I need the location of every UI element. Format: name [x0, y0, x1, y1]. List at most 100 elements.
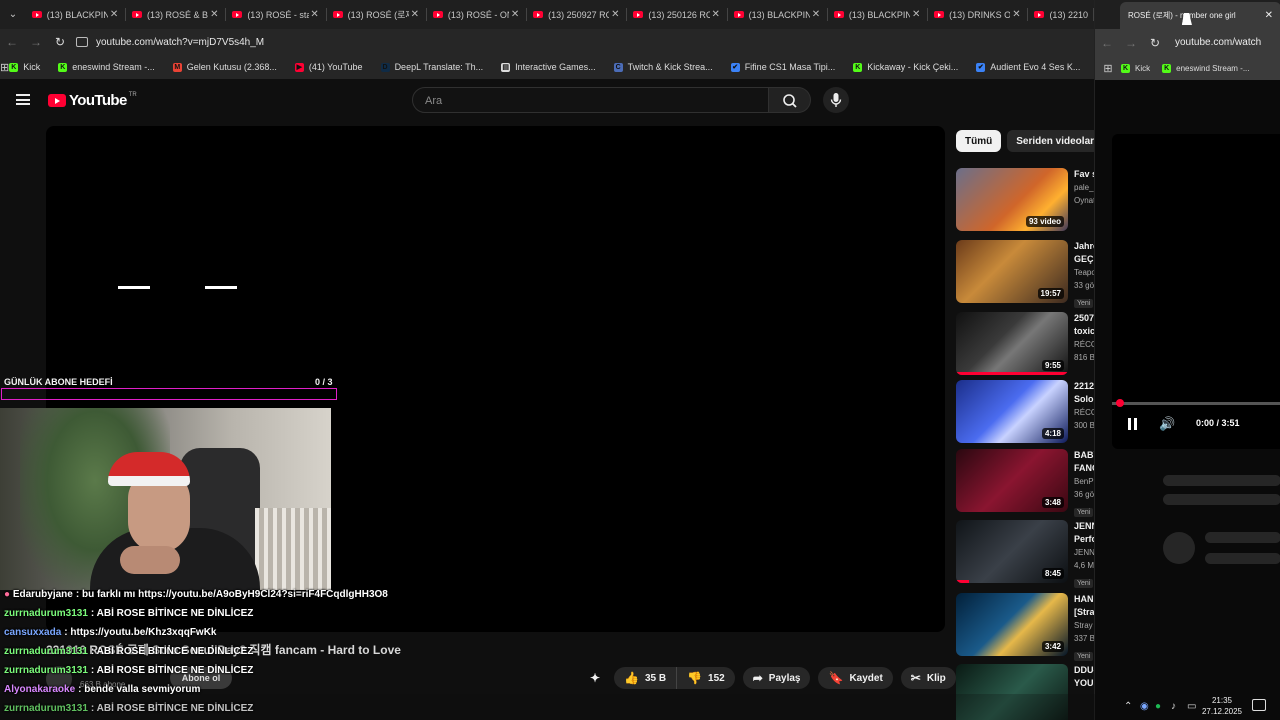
secondary-active-tab[interactable]: ROSÉ (로제) - number one girl ✕: [1120, 2, 1280, 29]
close-tab-icon[interactable]: ✕: [309, 9, 321, 20]
reload-icon[interactable]: ↻: [48, 30, 72, 54]
volume-icon[interactable]: 🔊: [1159, 416, 1175, 432]
video-thumbnail[interactable]: 19:57: [956, 240, 1068, 303]
video-title[interactable]: HAN: [1074, 593, 1094, 606]
video-title[interactable]: JENN: [1074, 520, 1094, 533]
bookmark-item[interactable]: ✔ Audient Evo 4 Ses K...: [976, 62, 1080, 72]
channel-name[interactable]: RÉCO: [1074, 338, 1094, 351]
search-button[interactable]: [769, 87, 811, 113]
back-arrow-icon[interactable]: ←: [1095, 31, 1119, 55]
secondary-seek-handle[interactable]: [1116, 399, 1124, 407]
browser-tab[interactable]: (13) ROSÉ (로제 ✕: [327, 0, 427, 29]
browser-tab[interactable]: (13) BLACKPINK✕: [26, 0, 127, 29]
bookmark-item[interactable]: Keneswind Stream -...: [58, 62, 155, 72]
spotify-tray-icon[interactable]: ●: [1155, 701, 1161, 712]
recommended-video[interactable]: 4:18 2212SoloRÉCO 300 B: [956, 380, 1094, 444]
apps-grid-icon[interactable]: ⊞: [1095, 62, 1121, 75]
video-thumbnail[interactable]: 4:18: [956, 380, 1068, 443]
discord-tray-icon[interactable]: ◉: [1140, 701, 1149, 712]
recommended-video[interactable]: 3:48 BABYFANCBenPr 36 gö Yeni: [956, 449, 1094, 517]
bookmark-item[interactable]: C Twitch & Kick Strea...: [613, 62, 713, 72]
chat-username[interactable]: cansuxxada: [4, 627, 61, 638]
channel-name[interactable]: JENN: [1074, 546, 1094, 559]
browser-tab[interactable]: (13) ROSÉ - sta ✕: [226, 0, 327, 29]
video-thumbnail[interactable]: 8:45: [956, 520, 1068, 583]
voice-search-button[interactable]: [823, 87, 849, 113]
channel-name[interactable]: pale_: [1074, 181, 1094, 194]
close-tab-icon[interactable]: ✕: [810, 9, 822, 20]
browser-tab[interactable]: (13) 250927 RC ✕: [527, 0, 628, 29]
close-tab-icon[interactable]: ✕: [609, 9, 621, 20]
clip-button[interactable]: ✂ Klip: [900, 667, 956, 689]
browser-tab[interactable]: (13) ROSÉ & Br ✕: [126, 0, 227, 29]
apps-grid-icon[interactable]: ⊞: [0, 61, 9, 74]
speaker-tray-icon[interactable]: ♪: [1171, 701, 1176, 712]
video-thumbnail[interactable]: 93 video: [956, 168, 1068, 231]
close-tab-icon[interactable]: ✕: [710, 9, 722, 20]
video-title-line2[interactable]: FANC: [1074, 462, 1094, 475]
site-settings-icon[interactable]: [76, 37, 88, 47]
chat-username[interactable]: zurrnadurum3131: [4, 646, 88, 657]
recommended-video[interactable]: 9:55 2507toxicRÉCO 816 B: [956, 312, 1094, 376]
browser-tab[interactable]: (13) ROSÉ - ON ✕: [427, 0, 528, 29]
browser-tab[interactable]: (13) DRINKS OR✕: [928, 0, 1029, 29]
chat-username[interactable]: Edarubyjane: [13, 589, 73, 600]
search-input[interactable]: Ara: [412, 87, 769, 113]
notification-icon[interactable]: [1252, 699, 1266, 711]
save-button[interactable]: 🔖 Kaydet: [818, 667, 893, 689]
bookmark-item[interactable]: D DeepL Translate: Th...: [380, 62, 483, 72]
close-tab-icon[interactable]: ✕: [1265, 10, 1273, 21]
browser-tab[interactable]: (13) 22101: [1028, 0, 1094, 29]
video-title[interactable]: 2507: [1074, 312, 1094, 325]
share-button[interactable]: ➦ Paylaş: [742, 667, 811, 689]
forward-arrow-icon[interactable]: →: [24, 30, 48, 54]
video-title[interactable]: BABY: [1074, 449, 1094, 462]
video-title-line2[interactable]: YOUI: [1074, 677, 1094, 690]
like-button[interactable]: 👍 35 B: [614, 667, 678, 689]
recommended-video[interactable]: 93 video Fav spale_ Oynat: [956, 168, 1094, 232]
recommended-video[interactable]: 8:45 JENNPerfoJENN 4,6 M Yeni: [956, 520, 1094, 588]
close-tab-icon[interactable]: ✕: [910, 9, 922, 20]
url-field[interactable]: youtube.com/watch?v=mjD7V5s4h_M: [76, 31, 1056, 53]
network-tray-icon[interactable]: ▭: [1187, 701, 1196, 712]
bookmark-item[interactable]: ▶ (41) YouTube: [294, 62, 363, 72]
video-title[interactable]: Fav s: [1074, 168, 1094, 181]
video-title-line2[interactable]: [Stra: [1074, 606, 1094, 619]
video-thumbnail[interactable]: 3:42: [956, 593, 1068, 656]
bookmark-item[interactable]: K Kickaway - Kick Çeki...: [853, 62, 958, 72]
bookmark-item[interactable]: ▤ Interactive Games...: [501, 62, 596, 72]
bookmark-item[interactable]: M Gelen Kutusu (2.368...: [172, 62, 277, 72]
back-arrow-icon[interactable]: ←: [0, 30, 24, 54]
browser-tab[interactable]: (13) BLACKPINK✕: [728, 0, 828, 29]
channel-name[interactable]: Stray: [1074, 619, 1094, 632]
close-tab-icon[interactable]: ✕: [509, 9, 521, 20]
video-title-line2[interactable]: Perfo: [1074, 533, 1094, 546]
video-thumbnail[interactable]: 9:55: [956, 312, 1068, 375]
bookmark-item[interactable]: K Kick: [1121, 63, 1150, 73]
tray-chevron-icon[interactable]: ⌃: [1124, 701, 1132, 712]
close-tab-icon[interactable]: ✕: [409, 9, 421, 20]
video-thumbnail[interactable]: 3:48: [956, 449, 1068, 512]
system-clock[interactable]: 21:35 27.12.2025: [1198, 695, 1246, 717]
bookmark-item[interactable]: Keneswind Stream -...: [1162, 63, 1250, 73]
browser-tab[interactable]: (13) 250126 RC ✕: [627, 0, 728, 29]
close-tab-icon[interactable]: ✕: [208, 9, 220, 20]
ai-sparkle-icon[interactable]: ✦: [584, 667, 606, 689]
channel-name[interactable]: RÉCO: [1074, 406, 1094, 419]
channel-name[interactable]: Teapo: [1074, 266, 1094, 279]
secondary-url-text[interactable]: youtube.com/watch: [1175, 37, 1261, 48]
close-tab-icon[interactable]: ✕: [1010, 9, 1022, 20]
filter-chip[interactable]: Seriden videolar: [1007, 130, 1104, 152]
video-title-line2[interactable]: toxic: [1074, 325, 1094, 338]
close-tab-icon[interactable]: ✕: [108, 9, 120, 20]
filter-chip[interactable]: Tümü: [956, 130, 1002, 152]
bookmark-item[interactable]: K Kick: [9, 62, 40, 72]
video-title-line2[interactable]: GEÇ: [1074, 253, 1094, 266]
secondary-seek-bar[interactable]: [1112, 402, 1280, 405]
browser-tab[interactable]: (13) BLACKPINK✕: [828, 0, 929, 29]
hamburger-menu-icon[interactable]: [16, 94, 30, 105]
chat-username[interactable]: zurrnadurum3131: [4, 608, 88, 619]
tab-search-chevron-icon[interactable]: ⌄: [0, 0, 26, 29]
video-title[interactable]: DDU-: [1074, 664, 1094, 677]
video-title-line2[interactable]: Solo: [1074, 393, 1094, 406]
